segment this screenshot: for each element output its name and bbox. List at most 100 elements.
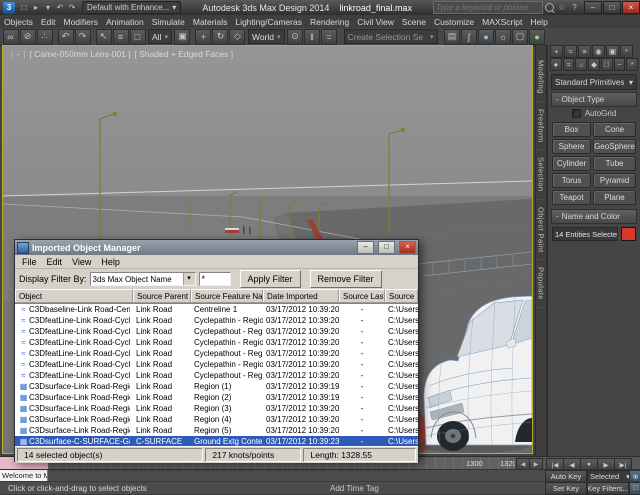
move-tool-icon[interactable]: + xyxy=(195,29,211,45)
table-row[interactable]: ≈C3Dbaseline-Link Road-Centreline 1Link … xyxy=(15,304,418,315)
menu-scene[interactable]: Scene xyxy=(398,17,430,27)
cylinder-button[interactable]: Cylinder xyxy=(552,156,591,171)
search-icon[interactable] xyxy=(545,3,554,12)
menu-help[interactable]: Help xyxy=(526,17,551,27)
workspace-dropdown[interactable]: Default with Enhance... ▾ xyxy=(82,1,181,14)
open-file-icon[interactable]: ▸ xyxy=(30,2,42,14)
table-row[interactable]: ▦C3Dsurface-Link Road-Region (1)Link Roa… xyxy=(15,381,418,392)
table-row-selected[interactable]: ▦C3Dsurface-C-SURFACE-Ground ...C-SURFAC… xyxy=(15,436,418,446)
column-object[interactable]: Object xyxy=(15,289,133,302)
dialog-menu-view[interactable]: View xyxy=(67,257,96,267)
lights-category-icon[interactable]: ☼ xyxy=(575,58,587,71)
maximize-button[interactable]: □ xyxy=(603,1,621,14)
filter-type-dropdown[interactable]: 3ds Max Object Name ▾ xyxy=(90,272,196,286)
ribbon-tab-selection[interactable]: Selection xyxy=(537,150,546,199)
display-tab-icon[interactable]: ▣ xyxy=(606,45,619,58)
bind-to-spacewarp-icon[interactable]: ∴ xyxy=(37,29,53,45)
3dsmax-logo-icon[interactable]: 3 xyxy=(3,2,15,14)
favorites-star-icon[interactable]: ☆ xyxy=(556,2,567,13)
ribbon-tab-object-paint[interactable]: Object Paint xyxy=(537,200,546,261)
named-selection-set-combo[interactable]: Create Selection Se▾ xyxy=(344,29,438,44)
menu-customize[interactable]: Customize xyxy=(430,17,478,27)
primitive-category-dropdown[interactable]: Standard Primitives ▾ xyxy=(551,74,637,90)
column-source-file[interactable]: Source File xyxy=(385,289,418,302)
render-production-icon[interactable]: ● xyxy=(529,29,545,45)
menu-animation[interactable]: Animation xyxy=(102,17,148,27)
autogrid-checkbox[interactable] xyxy=(572,109,581,118)
helpers-category-icon[interactable]: □ xyxy=(601,58,613,71)
menu-materials[interactable]: Materials xyxy=(189,17,231,27)
dialog-menu-edit[interactable]: Edit xyxy=(42,257,68,267)
table-row[interactable]: ▦C3Dsurface-Link Road-Region (5)Link Roa… xyxy=(15,425,418,436)
apply-filter-button[interactable]: Apply Filter xyxy=(240,270,301,288)
coordinate-system-dropdown[interactable]: World▾ xyxy=(248,29,285,44)
use-pivot-center-icon[interactable]: ⊙ xyxy=(287,29,303,45)
minimize-button[interactable]: – xyxy=(584,1,602,14)
help-icon[interactable]: ? xyxy=(569,2,580,13)
create-tab-icon[interactable]: + xyxy=(550,45,563,58)
viewport-camera-menu[interactable]: [ Came-050mm Lens-001 ] xyxy=(29,49,130,59)
window-crossing-icon[interactable]: ▣ xyxy=(174,29,190,45)
set-key-button[interactable]: Set Key xyxy=(545,482,587,495)
selection-filter-dropdown[interactable]: All▾ xyxy=(148,29,172,44)
torus-button[interactable]: Torus xyxy=(552,173,591,188)
table-row[interactable]: ▦C3Dsurface-Link Road-Region (2)Link Roa… xyxy=(15,392,418,403)
render-setup-icon[interactable]: ☼ xyxy=(495,29,511,45)
layer-manager-icon[interactable]: ▤ xyxy=(444,29,460,45)
table-row[interactable]: ▦C3Dsurface-Link Road-Region (4)Link Roa… xyxy=(15,414,418,425)
ribbon-tab-freeform[interactable]: Freeform xyxy=(537,102,546,151)
align-icon[interactable]: = xyxy=(321,29,337,45)
hierarchy-tab-icon[interactable]: ≡ xyxy=(578,45,591,58)
add-time-tag[interactable]: Add Time Tag xyxy=(330,484,379,493)
pyramid-button[interactable]: Pyramid xyxy=(593,173,636,188)
object-type-rollout[interactable]: - Object Type xyxy=(551,92,637,107)
rendered-frame-window-icon[interactable]: ▢ xyxy=(512,29,528,45)
save-file-icon[interactable]: ▾ xyxy=(42,2,54,14)
cone-button[interactable]: Cone xyxy=(593,122,636,137)
plane-button[interactable]: Plane xyxy=(593,190,636,205)
table-row[interactable]: ≈C3DfeatLine-Link Road-Cyclepat...Link R… xyxy=(15,326,418,337)
geometry-category-icon[interactable]: ● xyxy=(550,58,562,71)
shapes-category-icon[interactable]: ≈ xyxy=(563,58,575,71)
table-row[interactable]: ≈C3DfeatLine-Link Road-Cyclepat...Link R… xyxy=(15,370,418,381)
dialog-minimize-button[interactable]: – xyxy=(357,241,374,254)
sphere-button[interactable]: Sphere xyxy=(552,139,591,154)
menu-maxscript[interactable]: MAXScript xyxy=(478,17,526,27)
search-input[interactable] xyxy=(433,1,543,14)
geosphere-button[interactable]: GeoSphere xyxy=(593,139,636,154)
viewport-general-menu[interactable]: [ + ] xyxy=(11,49,25,59)
scale-tool-icon[interactable]: ◇ xyxy=(229,29,245,45)
redo-icon[interactable]: ↷ xyxy=(66,2,78,14)
undo-scene-icon[interactable]: ↶ xyxy=(58,29,74,45)
undo-icon[interactable]: ↶ xyxy=(54,2,66,14)
redo-scene-icon[interactable]: ↷ xyxy=(75,29,91,45)
teapot-button[interactable]: Teapot xyxy=(552,190,591,205)
dialog-maximize-button[interactable]: □ xyxy=(378,241,395,254)
column-date-imported[interactable]: Date Imported xyxy=(263,289,339,302)
table-row[interactable]: ≈C3DfeatLine-Link Road-Cyclepat...Link R… xyxy=(15,337,418,348)
dialog-close-button[interactable]: × xyxy=(399,241,416,254)
maximize-viewport-icon[interactable]: □ xyxy=(629,482,640,495)
box-button[interactable]: Box xyxy=(552,122,591,137)
object-color-swatch[interactable] xyxy=(621,227,636,241)
viewport-shading-menu[interactable]: [ Shaded + Edged Faces ] xyxy=(135,49,234,59)
column-source-parent[interactable]: Source Parent Name xyxy=(133,289,191,302)
menu-rendering[interactable]: Rendering xyxy=(306,17,353,27)
motion-tab-icon[interactable]: ◉ xyxy=(592,45,605,58)
dialog-titlebar[interactable]: Imported Object Manager – □ × xyxy=(15,240,418,255)
rotate-tool-icon[interactable]: ↻ xyxy=(212,29,228,45)
utilities-tab-icon[interactable]: * xyxy=(620,45,633,58)
menu-lighting-cameras[interactable]: Lighting/Cameras xyxy=(231,17,306,27)
select-and-link-icon[interactable]: ∞ xyxy=(3,29,19,45)
table-row[interactable]: ≈C3DfeatLine-Link Road-Cyclepat...Link R… xyxy=(15,348,418,359)
ribbon-tab-populate[interactable]: Populate xyxy=(537,260,546,308)
column-source-last-modified[interactable]: Source Last Modified xyxy=(339,289,385,302)
table-row[interactable]: ▦C3Dsurface-Link Road-Region (3)Link Roa… xyxy=(15,403,418,414)
dialog-menu-file[interactable]: File xyxy=(17,257,42,267)
mirror-icon[interactable]: ‖ xyxy=(304,29,320,45)
unlink-selection-icon[interactable]: ⊘ xyxy=(20,29,36,45)
cameras-category-icon[interactable]: ◆ xyxy=(588,58,600,71)
select-object-icon[interactable]: ↖ xyxy=(96,29,112,45)
menu-objects[interactable]: Objects xyxy=(0,17,37,27)
menu-edit[interactable]: Edit xyxy=(37,17,60,27)
